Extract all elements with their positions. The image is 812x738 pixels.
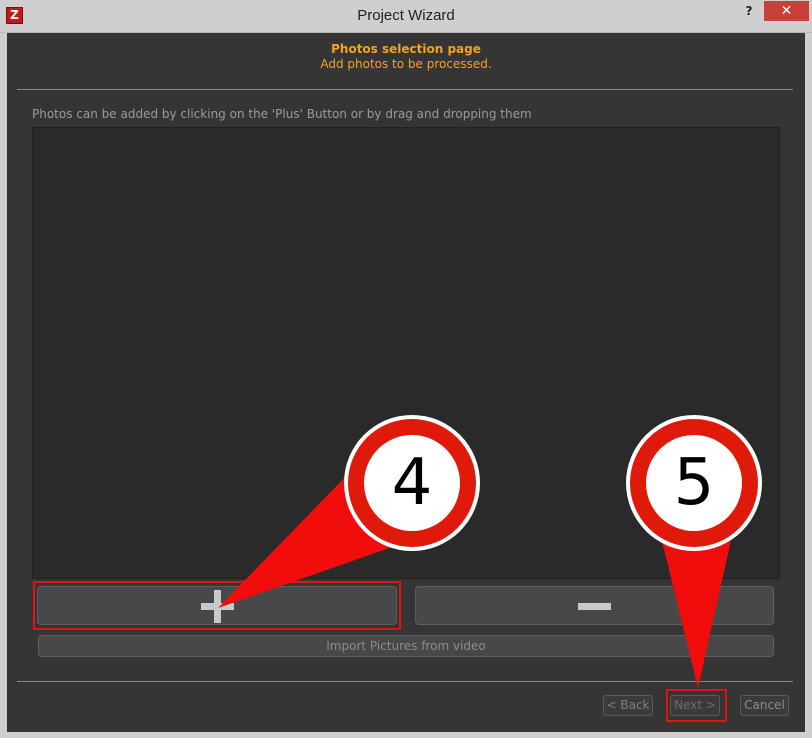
header-divider (17, 89, 793, 90)
page-title: Photos selection page (331, 42, 481, 56)
step-4-number: 4 (391, 446, 433, 520)
instructions-text: Photos can be added by clicking on the '… (32, 107, 532, 121)
close-button[interactable]: ✕ (764, 1, 809, 21)
next-button-highlight (666, 689, 727, 722)
window-title: Project Wizard (357, 7, 455, 24)
step-5-number: 5 (673, 446, 715, 520)
page-subtitle: Add photos to be processed. (320, 57, 492, 71)
remove-photos-button[interactable] (415, 586, 774, 625)
help-button[interactable]: ? (741, 4, 757, 22)
add-button-highlight (33, 581, 401, 630)
import-from-video-button[interactable]: Import Pictures from video (38, 635, 774, 657)
title-bar: Z Project Wizard ? ✕ (0, 0, 812, 33)
back-button[interactable]: < Back (603, 695, 653, 716)
footer-divider (17, 681, 793, 682)
cancel-button[interactable]: Cancel (740, 695, 789, 716)
